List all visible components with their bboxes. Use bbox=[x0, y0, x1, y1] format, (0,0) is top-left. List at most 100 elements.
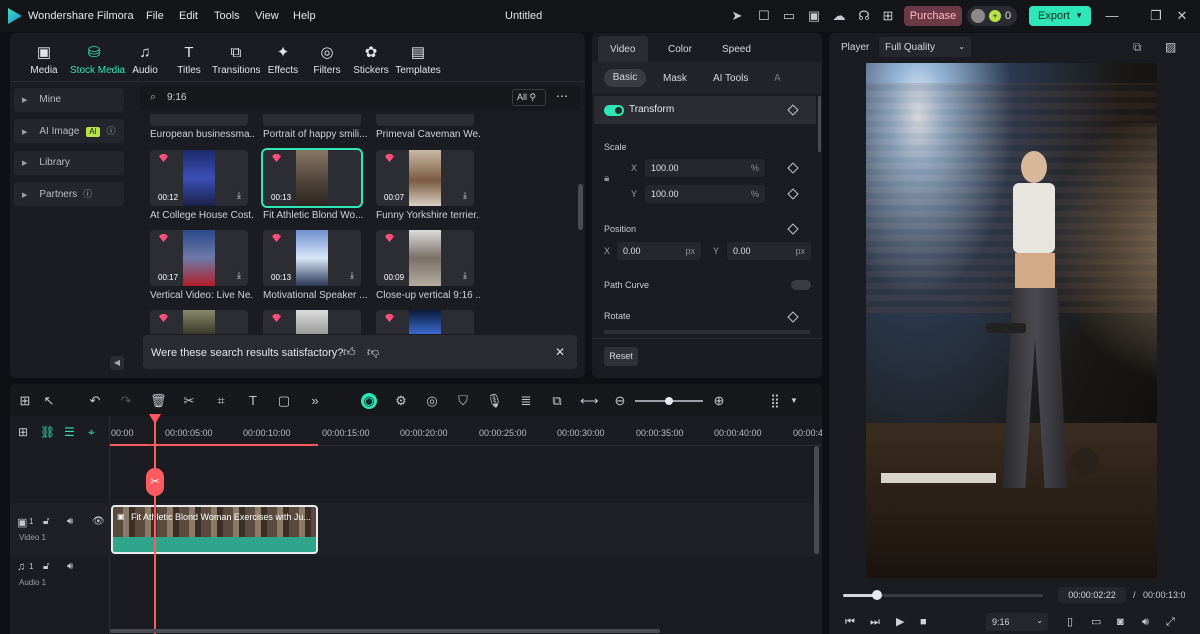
subtab-more[interactable]: A bbox=[774, 73, 781, 84]
select-tool-icon[interactable]: ↖ bbox=[41, 393, 57, 409]
more-tools-icon[interactable]: » bbox=[307, 393, 323, 409]
previous-frame-icon[interactable]: ⏮ bbox=[845, 615, 855, 629]
reset-button[interactable]: Reset bbox=[604, 347, 638, 366]
mute-icon[interactable]: 🔊︎ bbox=[67, 561, 73, 572]
close-icon[interactable]: ✕ bbox=[1174, 8, 1190, 24]
redo-icon[interactable]: ↷ bbox=[118, 393, 134, 409]
tab-video[interactable]: Video bbox=[598, 36, 648, 62]
stock-clip-thumbnail[interactable]: 00:09 ⤓ bbox=[376, 230, 474, 286]
subtab-mask[interactable]: Mask bbox=[663, 73, 687, 84]
send-icon[interactable]: ➤ bbox=[729, 8, 745, 24]
ai-assistant-icon[interactable]: ◉ bbox=[361, 393, 377, 409]
help-icon[interactable]: ⓘ bbox=[107, 126, 116, 136]
fullscreen-icon[interactable]: ⤢ bbox=[1166, 615, 1175, 629]
media-scrollbar[interactable] bbox=[578, 184, 583, 230]
stock-clip-thumbnail-selected[interactable]: 00:13 bbox=[261, 148, 363, 208]
stock-clip-thumbnail[interactable] bbox=[150, 310, 248, 334]
quality-dropdown[interactable]: Full Quality ⌄ bbox=[879, 37, 971, 57]
crop-icon[interactable]: ⌗ bbox=[213, 393, 229, 409]
menu-file[interactable]: File bbox=[146, 10, 164, 22]
restore-icon[interactable]: ❐ bbox=[1148, 8, 1164, 24]
help-icon[interactable]: ⓘ bbox=[83, 189, 92, 199]
download-icon[interactable]: ⤓ bbox=[237, 190, 241, 201]
camera-icon[interactable]: ◙ bbox=[1117, 615, 1124, 629]
stock-clip-thumbnail[interactable]: 00:17 ⤓ bbox=[150, 230, 248, 286]
zoom-slider[interactable] bbox=[635, 397, 703, 405]
stock-clip-thumbnail[interactable] bbox=[376, 310, 474, 334]
timeline-horizontal-scrollbar[interactable] bbox=[110, 629, 660, 633]
position-x-field[interactable]: 0.00 px bbox=[617, 242, 701, 260]
more-options-icon[interactable]: ⋯ bbox=[556, 89, 568, 103]
tab-media[interactable]: ▣ Media bbox=[20, 44, 68, 76]
tab-color[interactable]: Color bbox=[668, 44, 692, 55]
filter-button[interactable]: All ⚲ bbox=[512, 89, 546, 106]
download-icon[interactable]: ⤓ bbox=[463, 190, 467, 201]
split-scissors-icon[interactable]: ✂ bbox=[146, 468, 164, 496]
link-clips-icon[interactable]: ⛓ bbox=[40, 425, 55, 439]
scale-y-field[interactable]: 100.00% bbox=[645, 185, 765, 203]
download-icon[interactable]: ⤓ bbox=[463, 270, 467, 281]
subtab-basic[interactable]: Basic bbox=[604, 69, 646, 87]
stock-clip-thumbnail[interactable] bbox=[263, 310, 361, 334]
thumbs-down-icon[interactable]: 👎︎ bbox=[367, 345, 379, 360]
download-icon[interactable]: ⤓ bbox=[237, 270, 241, 281]
feedback-icon[interactable]: ☐ bbox=[756, 8, 772, 24]
render-icon[interactable]: ◎ bbox=[424, 393, 440, 409]
thumbs-up-icon[interactable]: 👍︎ bbox=[343, 345, 356, 360]
snap-icon[interactable]: ⌖ bbox=[88, 425, 95, 440]
compare-view-icon[interactable]: ⧉ bbox=[1133, 40, 1142, 55]
shape-icon[interactable]: ▢ bbox=[276, 393, 292, 409]
keyframe-diamond-icon[interactable] bbox=[787, 104, 799, 116]
track-layout-icon[interactable]: ☰ bbox=[64, 425, 75, 439]
close-icon[interactable]: ✕ bbox=[555, 345, 565, 359]
snapshot-image-icon[interactable]: ▨ bbox=[1165, 40, 1176, 54]
tab-titles[interactable]: T Titles bbox=[165, 44, 213, 76]
snapshot-icon[interactable]: ⧉ bbox=[549, 393, 565, 409]
delete-icon[interactable]: 🗑︎ bbox=[150, 393, 167, 409]
path-curve-toggle[interactable] bbox=[791, 280, 811, 290]
menu-view[interactable]: View bbox=[255, 10, 279, 22]
aspect-ratio-dropdown[interactable]: 9:16 ⌄ bbox=[986, 613, 1048, 631]
search-input[interactable]: 9:16 bbox=[167, 92, 186, 103]
tab-transitions[interactable]: ⧉ Transitions bbox=[212, 44, 261, 76]
save-icon[interactable]: ▣ bbox=[806, 8, 822, 24]
sidebar-item-library[interactable]: ▶ Library bbox=[14, 151, 124, 175]
chevron-down-icon[interactable]: ▼ bbox=[786, 393, 802, 409]
timeline-video-clip[interactable]: ▣ Fit Athletic Blond Woman Exercises wit… bbox=[111, 505, 318, 554]
menu-tools[interactable]: Tools bbox=[214, 10, 240, 22]
fit-icon[interactable]: ⟷ bbox=[580, 393, 599, 409]
zoom-in-icon[interactable]: ⊕ bbox=[711, 393, 727, 409]
cloud-upload-icon[interactable]: ☁ bbox=[831, 8, 847, 24]
lock-icon[interactable]: 🔓︎ bbox=[43, 561, 49, 572]
position-y-field[interactable]: 0.00 px bbox=[727, 242, 811, 260]
display-icon[interactable]: ▭ bbox=[1091, 615, 1101, 629]
next-frame-icon[interactable]: ⏭ bbox=[870, 615, 880, 629]
tab-effects[interactable]: ✦ Effects bbox=[259, 44, 307, 76]
thumbnail-partial[interactable] bbox=[150, 114, 248, 126]
thumbnail-partial[interactable] bbox=[376, 114, 474, 126]
tab-templates[interactable]: ▤ Templates bbox=[392, 44, 444, 76]
shield-icon[interactable]: ⛉ bbox=[455, 393, 471, 409]
video-preview[interactable] bbox=[866, 63, 1157, 578]
tab-filters[interactable]: ◎ Filters bbox=[303, 44, 351, 76]
add-track-icon[interactable]: ⊞ bbox=[18, 425, 28, 439]
credits-button[interactable]: + 0 bbox=[967, 6, 1017, 26]
zoom-slider-knob[interactable] bbox=[665, 397, 673, 405]
lock-icon[interactable]: 🔓︎ bbox=[43, 516, 49, 527]
thumbnail-partial[interactable] bbox=[263, 114, 361, 126]
stock-clip-thumbnail[interactable]: 00:12 ⤓ bbox=[150, 150, 248, 206]
split-scissors-icon[interactable]: ✂ bbox=[181, 393, 197, 409]
player-scrubber[interactable] bbox=[872, 590, 882, 600]
support-icon[interactable]: ☊ bbox=[856, 8, 872, 24]
purchase-button[interactable]: Purchase bbox=[904, 6, 962, 26]
grid-menu-icon[interactable]: ⊞ bbox=[880, 8, 896, 24]
tab-audio[interactable]: ♫ Audio bbox=[121, 44, 169, 76]
text-tool-icon[interactable]: T bbox=[245, 393, 261, 409]
mute-icon[interactable]: 🔊︎ bbox=[67, 516, 73, 527]
player-progress-track[interactable] bbox=[843, 590, 1043, 600]
stock-clip-thumbnail[interactable]: 00:07 ⤓ bbox=[376, 150, 474, 206]
download-icon[interactable]: ⤓ bbox=[350, 270, 354, 281]
sidebar-item-partners[interactable]: ▶ Partners ⓘ bbox=[14, 182, 124, 206]
stop-icon[interactable]: ■ bbox=[920, 615, 927, 629]
microphone-icon[interactable]: 🎙︎ bbox=[486, 393, 503, 409]
